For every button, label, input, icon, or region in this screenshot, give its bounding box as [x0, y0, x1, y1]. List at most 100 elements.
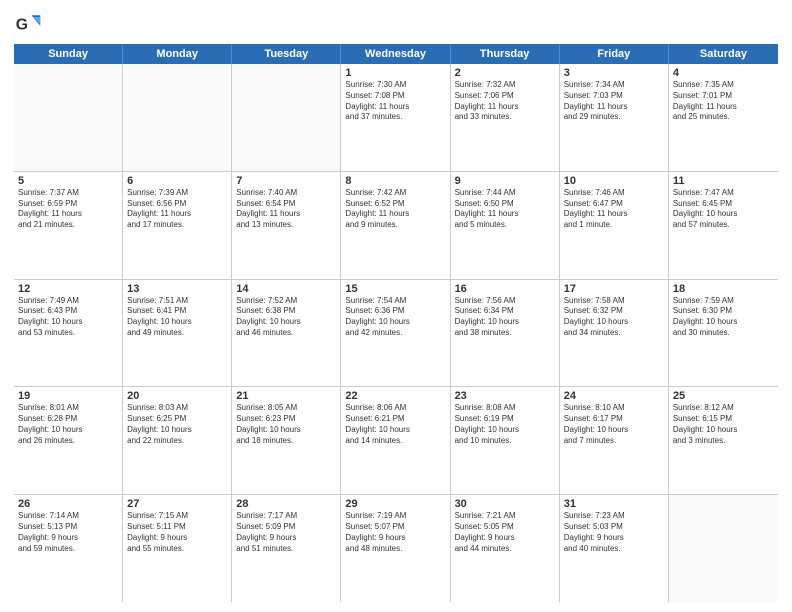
day-cell-31: 31Sunrise: 7:23 AM Sunset: 5:03 PM Dayli…: [560, 495, 669, 602]
day-info: Sunrise: 8:05 AM Sunset: 6:23 PM Dayligh…: [236, 403, 336, 446]
day-info: Sunrise: 7:15 AM Sunset: 5:11 PM Dayligh…: [127, 511, 227, 554]
day-cell-4: 4Sunrise: 7:35 AM Sunset: 7:01 PM Daylig…: [669, 64, 778, 171]
day-info: Sunrise: 8:10 AM Sunset: 6:17 PM Dayligh…: [564, 403, 664, 446]
day-cell-10: 10Sunrise: 7:46 AM Sunset: 6:47 PM Dayli…: [560, 172, 669, 279]
day-number: 3: [564, 67, 664, 79]
day-info: Sunrise: 7:30 AM Sunset: 7:08 PM Dayligh…: [345, 80, 445, 123]
day-cell-3: 3Sunrise: 7:34 AM Sunset: 7:03 PM Daylig…: [560, 64, 669, 171]
empty-cell-4-6: [669, 495, 778, 602]
day-cell-5: 5Sunrise: 7:37 AM Sunset: 6:59 PM Daylig…: [14, 172, 123, 279]
day-number: 29: [345, 498, 445, 510]
day-info: Sunrise: 7:14 AM Sunset: 5:13 PM Dayligh…: [18, 511, 118, 554]
day-number: 7: [236, 175, 336, 187]
day-number: 18: [673, 283, 774, 295]
day-cell-16: 16Sunrise: 7:56 AM Sunset: 6:34 PM Dayli…: [451, 280, 560, 387]
day-number: 21: [236, 390, 336, 402]
day-info: Sunrise: 7:35 AM Sunset: 7:01 PM Dayligh…: [673, 80, 774, 123]
day-cell-26: 26Sunrise: 7:14 AM Sunset: 5:13 PM Dayli…: [14, 495, 123, 602]
day-info: Sunrise: 7:17 AM Sunset: 5:09 PM Dayligh…: [236, 511, 336, 554]
day-number: 31: [564, 498, 664, 510]
weekday-header-tuesday: Tuesday: [232, 44, 341, 64]
calendar-row-2: 12Sunrise: 7:49 AM Sunset: 6:43 PM Dayli…: [14, 280, 778, 388]
logo: G: [14, 10, 46, 38]
calendar-row-4: 26Sunrise: 7:14 AM Sunset: 5:13 PM Dayli…: [14, 495, 778, 602]
day-cell-19: 19Sunrise: 8:01 AM Sunset: 6:28 PM Dayli…: [14, 387, 123, 494]
day-cell-15: 15Sunrise: 7:54 AM Sunset: 6:36 PM Dayli…: [341, 280, 450, 387]
day-number: 23: [455, 390, 555, 402]
day-cell-27: 27Sunrise: 7:15 AM Sunset: 5:11 PM Dayli…: [123, 495, 232, 602]
day-number: 26: [18, 498, 118, 510]
day-cell-18: 18Sunrise: 7:59 AM Sunset: 6:30 PM Dayli…: [669, 280, 778, 387]
day-cell-20: 20Sunrise: 8:03 AM Sunset: 6:25 PM Dayli…: [123, 387, 232, 494]
day-number: 28: [236, 498, 336, 510]
day-number: 12: [18, 283, 118, 295]
day-number: 13: [127, 283, 227, 295]
day-info: Sunrise: 7:56 AM Sunset: 6:34 PM Dayligh…: [455, 296, 555, 339]
day-info: Sunrise: 7:42 AM Sunset: 6:52 PM Dayligh…: [345, 188, 445, 231]
weekday-header-saturday: Saturday: [669, 44, 778, 64]
day-number: 5: [18, 175, 118, 187]
weekday-header-monday: Monday: [123, 44, 232, 64]
day-info: Sunrise: 7:49 AM Sunset: 6:43 PM Dayligh…: [18, 296, 118, 339]
day-number: 30: [455, 498, 555, 510]
logo-icon: G: [14, 10, 42, 38]
day-info: Sunrise: 7:44 AM Sunset: 6:50 PM Dayligh…: [455, 188, 555, 231]
day-info: Sunrise: 7:46 AM Sunset: 6:47 PM Dayligh…: [564, 188, 664, 231]
day-cell-29: 29Sunrise: 7:19 AM Sunset: 5:07 PM Dayli…: [341, 495, 450, 602]
day-number: 2: [455, 67, 555, 79]
day-info: Sunrise: 7:52 AM Sunset: 6:38 PM Dayligh…: [236, 296, 336, 339]
day-cell-23: 23Sunrise: 8:08 AM Sunset: 6:19 PM Dayli…: [451, 387, 560, 494]
day-cell-8: 8Sunrise: 7:42 AM Sunset: 6:52 PM Daylig…: [341, 172, 450, 279]
weekday-header-thursday: Thursday: [451, 44, 560, 64]
day-info: Sunrise: 7:39 AM Sunset: 6:56 PM Dayligh…: [127, 188, 227, 231]
weekday-header-sunday: Sunday: [14, 44, 123, 64]
day-cell-14: 14Sunrise: 7:52 AM Sunset: 6:38 PM Dayli…: [232, 280, 341, 387]
day-cell-25: 25Sunrise: 8:12 AM Sunset: 6:15 PM Dayli…: [669, 387, 778, 494]
day-number: 16: [455, 283, 555, 295]
day-number: 22: [345, 390, 445, 402]
day-info: Sunrise: 8:08 AM Sunset: 6:19 PM Dayligh…: [455, 403, 555, 446]
day-number: 27: [127, 498, 227, 510]
day-info: Sunrise: 7:47 AM Sunset: 6:45 PM Dayligh…: [673, 188, 774, 231]
day-cell-6: 6Sunrise: 7:39 AM Sunset: 6:56 PM Daylig…: [123, 172, 232, 279]
day-info: Sunrise: 7:32 AM Sunset: 7:06 PM Dayligh…: [455, 80, 555, 123]
day-info: Sunrise: 7:58 AM Sunset: 6:32 PM Dayligh…: [564, 296, 664, 339]
day-number: 9: [455, 175, 555, 187]
day-info: Sunrise: 8:01 AM Sunset: 6:28 PM Dayligh…: [18, 403, 118, 446]
day-cell-1: 1Sunrise: 7:30 AM Sunset: 7:08 PM Daylig…: [341, 64, 450, 171]
day-number: 15: [345, 283, 445, 295]
svg-text:G: G: [16, 16, 28, 33]
day-number: 24: [564, 390, 664, 402]
day-cell-7: 7Sunrise: 7:40 AM Sunset: 6:54 PM Daylig…: [232, 172, 341, 279]
empty-cell-0-0: [14, 64, 123, 171]
day-number: 20: [127, 390, 227, 402]
day-info: Sunrise: 8:12 AM Sunset: 6:15 PM Dayligh…: [673, 403, 774, 446]
day-info: Sunrise: 8:06 AM Sunset: 6:21 PM Dayligh…: [345, 403, 445, 446]
page-header: G: [14, 10, 778, 38]
day-number: 11: [673, 175, 774, 187]
day-cell-21: 21Sunrise: 8:05 AM Sunset: 6:23 PM Dayli…: [232, 387, 341, 494]
weekday-header-friday: Friday: [560, 44, 669, 64]
day-info: Sunrise: 7:54 AM Sunset: 6:36 PM Dayligh…: [345, 296, 445, 339]
day-number: 8: [345, 175, 445, 187]
empty-cell-0-2: [232, 64, 341, 171]
day-cell-28: 28Sunrise: 7:17 AM Sunset: 5:09 PM Dayli…: [232, 495, 341, 602]
day-number: 17: [564, 283, 664, 295]
day-info: Sunrise: 7:59 AM Sunset: 6:30 PM Dayligh…: [673, 296, 774, 339]
day-info: Sunrise: 7:34 AM Sunset: 7:03 PM Dayligh…: [564, 80, 664, 123]
day-info: Sunrise: 7:19 AM Sunset: 5:07 PM Dayligh…: [345, 511, 445, 554]
day-cell-11: 11Sunrise: 7:47 AM Sunset: 6:45 PM Dayli…: [669, 172, 778, 279]
day-info: Sunrise: 7:23 AM Sunset: 5:03 PM Dayligh…: [564, 511, 664, 554]
day-number: 25: [673, 390, 774, 402]
day-cell-12: 12Sunrise: 7:49 AM Sunset: 6:43 PM Dayli…: [14, 280, 123, 387]
day-cell-30: 30Sunrise: 7:21 AM Sunset: 5:05 PM Dayli…: [451, 495, 560, 602]
day-number: 19: [18, 390, 118, 402]
day-info: Sunrise: 7:37 AM Sunset: 6:59 PM Dayligh…: [18, 188, 118, 231]
empty-cell-0-1: [123, 64, 232, 171]
calendar-row-3: 19Sunrise: 8:01 AM Sunset: 6:28 PM Dayli…: [14, 387, 778, 495]
day-cell-13: 13Sunrise: 7:51 AM Sunset: 6:41 PM Dayli…: [123, 280, 232, 387]
day-number: 1: [345, 67, 445, 79]
day-cell-2: 2Sunrise: 7:32 AM Sunset: 7:06 PM Daylig…: [451, 64, 560, 171]
calendar-row-0: 1Sunrise: 7:30 AM Sunset: 7:08 PM Daylig…: [14, 64, 778, 172]
day-cell-9: 9Sunrise: 7:44 AM Sunset: 6:50 PM Daylig…: [451, 172, 560, 279]
